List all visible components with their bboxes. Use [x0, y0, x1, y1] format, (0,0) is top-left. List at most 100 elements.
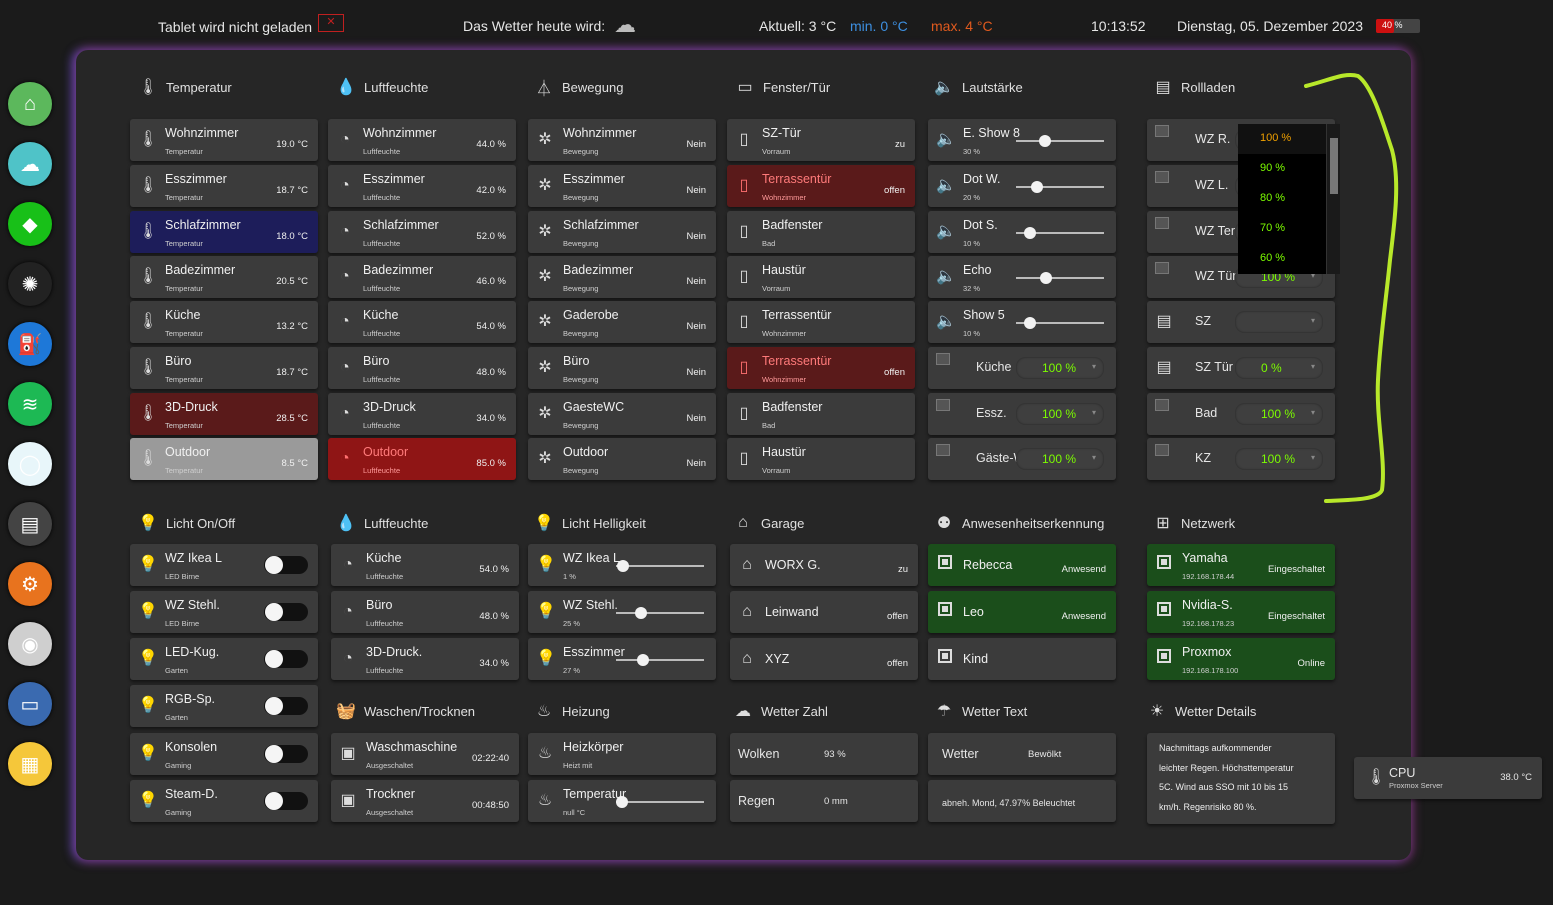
window-tile[interactable]: ▯ Haustür Vorraum: [727, 256, 915, 298]
cover-position-dropdown[interactable]: 100 % 90 % 80 % 70 % 60 %: [1238, 124, 1340, 274]
cover-position-select[interactable]: 100 % ▾: [1016, 357, 1104, 379]
motion-tile[interactable]: ✲ Wohnzimmer Bewegung Nein: [528, 119, 716, 161]
temperature-tile[interactable]: 🌡 Wohnzimmer Temperatur 19.0 °C: [130, 119, 318, 161]
slider-knob[interactable]: [1023, 227, 1036, 239]
volume-slider[interactable]: [1016, 272, 1104, 284]
temperature-tile[interactable]: 🌡 Küche Temperatur 13.2 °C: [130, 301, 318, 343]
volume-tile[interactable]: 🔈 Dot S. 10 %: [928, 211, 1116, 253]
light-switch-tile[interactable]: 💡 RGB-Sp. Garten: [130, 685, 318, 727]
dropdown-option[interactable]: 70 %: [1238, 214, 1340, 244]
volume-tile[interactable]: 🔈 Show 5 10 %: [928, 301, 1116, 343]
motion-tile[interactable]: ✲ Schlafzimmer Bewegung Nein: [528, 211, 716, 253]
brightness-slider[interactable]: [616, 560, 704, 572]
shutter-position-select[interactable]: 0 % ▾: [1235, 357, 1323, 379]
slider-knob[interactable]: [1040, 272, 1053, 284]
dropdown-option[interactable]: 90 %: [1238, 154, 1340, 184]
dropdown-option[interactable]: 60 %: [1238, 244, 1340, 274]
cover-tile[interactable]: Küche 100 % ▾: [928, 347, 1116, 389]
cover-tile[interactable]: Gäste-WC 100 % ▾: [928, 438, 1116, 480]
garage-tile[interactable]: ⌂ offen XYZ: [730, 638, 918, 680]
volume-tile[interactable]: 🔈 Dot W. 20 %: [928, 165, 1116, 207]
network-device-tile[interactable]: Nvidia-S. 192.168.178.23 Eingeschaltet: [1147, 591, 1335, 633]
slider-knob[interactable]: [616, 560, 629, 572]
temperature-tile[interactable]: 🌡 3D-Druck Temperatur 28.5 °C: [130, 393, 318, 435]
network-device-tile[interactable]: Proxmox 192.168.178.100 Online: [1147, 638, 1335, 680]
roller-shutter-tile[interactable]: ▤ SZ ▾: [1147, 301, 1335, 343]
server-icon[interactable]: ▤: [8, 502, 52, 546]
slider-knob[interactable]: [635, 607, 647, 619]
humidity-tile[interactable]: ◔ Schlafzimmer Luftfeuchte 52.0 %: [328, 211, 516, 253]
light-switch-tile[interactable]: 💡 WZ Stehl. LED Birne: [130, 591, 318, 633]
volume-slider[interactable]: [1016, 227, 1104, 239]
volume-slider[interactable]: [1016, 317, 1104, 329]
yamaha-icon[interactable]: ✺: [8, 262, 52, 306]
window-tile[interactable]: ▯ SZ-Tür Vorraum zu: [727, 119, 915, 161]
light-switch-tile[interactable]: 💡 Konsolen Gaming: [130, 733, 318, 775]
spotify-icon[interactable]: ≋: [8, 382, 52, 426]
presence-tile[interactable]: Anwesend Leo: [928, 591, 1116, 633]
fuel-pump-icon[interactable]: ⛽: [8, 322, 52, 366]
humidity-tile[interactable]: ◔ Esszimmer Luftfeuchte 42.0 %: [328, 165, 516, 207]
slider-knob[interactable]: [1031, 181, 1044, 193]
temperature-tile[interactable]: 🌡 Outdoor Temperatur 8.5 °C: [130, 438, 318, 480]
cover-position-select[interactable]: 100 % ▾: [1016, 448, 1104, 470]
slider-knob[interactable]: [1023, 317, 1036, 329]
motion-tile[interactable]: ✲ Gaderobe Bewegung Nein: [528, 301, 716, 343]
humidity-tile[interactable]: ◔ 3D-Druck Luftfeuchte 34.0 %: [328, 393, 516, 435]
dimmer-tile[interactable]: 💡 Esszimmer 27 %: [528, 638, 716, 680]
shutter-position-select[interactable]: 100 % ▾: [1235, 403, 1323, 425]
vacuum-robot-icon[interactable]: ◆: [8, 202, 52, 246]
garage-tile[interactable]: ⌂ zu WORX G.: [730, 544, 918, 586]
temperature-tile[interactable]: 🌡 Esszimmer Temperatur 18.7 °C: [130, 165, 318, 207]
alexa-icon[interactable]: ◯: [8, 442, 52, 486]
volume-tile[interactable]: 🔈 Echo 32 %: [928, 256, 1116, 298]
window-tile[interactable]: ▯ Haustür Vorraum: [727, 438, 915, 480]
light-toggle[interactable]: [264, 603, 308, 621]
appliance-tile[interactable]: ▣ Trockner Ausgeschaltet 00:48:50: [331, 780, 519, 822]
motion-tile[interactable]: ✲ Esszimmer Bewegung Nein: [528, 165, 716, 207]
appliance-tile[interactable]: ▣ Waschmaschine Ausgeschaltet 02:22:40: [331, 733, 519, 775]
humidity-tile[interactable]: ◔ Badezimmer Luftfeuchte 46.0 %: [328, 256, 516, 298]
dropdown-option[interactable]: 100 %: [1238, 124, 1340, 154]
cloud-icon[interactable]: ☁: [8, 142, 52, 186]
webcam-icon[interactable]: ◉: [8, 622, 52, 666]
cpu-tile[interactable]: 🌡 CPU Proxmox Server 38.0 °C: [1354, 757, 1542, 799]
light-switch-tile[interactable]: 💡 WZ Ikea L LED Birne: [130, 544, 318, 586]
slider-knob[interactable]: [1038, 135, 1051, 147]
light-switch-tile[interactable]: 💡 Steam-D. Gaming: [130, 780, 318, 822]
light-toggle[interactable]: [264, 650, 308, 668]
light-switch-tile[interactable]: 💡 LED-Kug. Garten: [130, 638, 318, 680]
window-tile[interactable]: ▯ Terrassentür Wohnzimmer: [727, 301, 915, 343]
humidity-tile[interactable]: ◔ Büro Luftfeuchte 48.0 %: [328, 347, 516, 389]
settings-icon[interactable]: ⚙: [8, 562, 52, 606]
motion-tile[interactable]: ✲ Büro Bewegung Nein: [528, 347, 716, 389]
roller-shutter-tile[interactable]: ▤ SZ Tür 0 % ▾: [1147, 347, 1335, 389]
weather-value-tile[interactable]: Regen 0 mm: [730, 780, 918, 822]
window-tile[interactable]: ▯ Terrassentür Wohnzimmer offen: [727, 347, 915, 389]
slider-knob[interactable]: [616, 796, 628, 808]
light-toggle[interactable]: [264, 745, 308, 763]
presence-tile[interactable]: Anwesend Rebecca: [928, 544, 1116, 586]
humidity-tile[interactable]: ◔ Wohnzimmer Luftfeuchte 44.0 %: [328, 119, 516, 161]
notes-icon[interactable]: ▦: [8, 742, 52, 786]
humidity-tile[interactable]: ◔ 3D-Druck. Luftfeuchte 34.0 %: [331, 638, 519, 680]
cover-tile[interactable]: Essz. 100 % ▾: [928, 393, 1116, 435]
brightness-slider[interactable]: [616, 654, 704, 666]
cover-position-select[interactable]: 100 % ▾: [1016, 403, 1104, 425]
window-tile[interactable]: ▯ Terrassentür Wohnzimmer offen: [727, 165, 915, 207]
volume-tile[interactable]: 🔈 E. Show 8 30 %: [928, 119, 1116, 161]
humidity-tile[interactable]: ◔ Küche Luftfeuchte 54.0 %: [328, 301, 516, 343]
humidity-tile[interactable]: ◔ Küche Luftfeuchte 54.0 %: [331, 544, 519, 586]
window-tile[interactable]: ▯ Badfenster Bad: [727, 211, 915, 253]
shutter-position-select[interactable]: 100 % ▾: [1235, 448, 1323, 470]
dropdown-scrollbar[interactable]: [1326, 124, 1340, 274]
roller-shutter-tile[interactable]: Bad 100 % ▾: [1147, 393, 1335, 435]
motion-tile[interactable]: ✲ GaesteWC Bewegung Nein: [528, 393, 716, 435]
moon-phase-tile[interactable]: abneh. Mond, 47.97% Beleuchtet: [928, 780, 1116, 822]
volume-slider[interactable]: [1016, 135, 1104, 147]
light-toggle[interactable]: [264, 792, 308, 810]
motion-tile[interactable]: ✲ Badezimmer Bewegung Nein: [528, 256, 716, 298]
heating-tile[interactable]: ♨ Temperatur null °C: [528, 780, 716, 822]
temperature-tile[interactable]: 🌡 Büro Temperatur 18.7 °C: [130, 347, 318, 389]
heating-slider[interactable]: [616, 796, 704, 808]
